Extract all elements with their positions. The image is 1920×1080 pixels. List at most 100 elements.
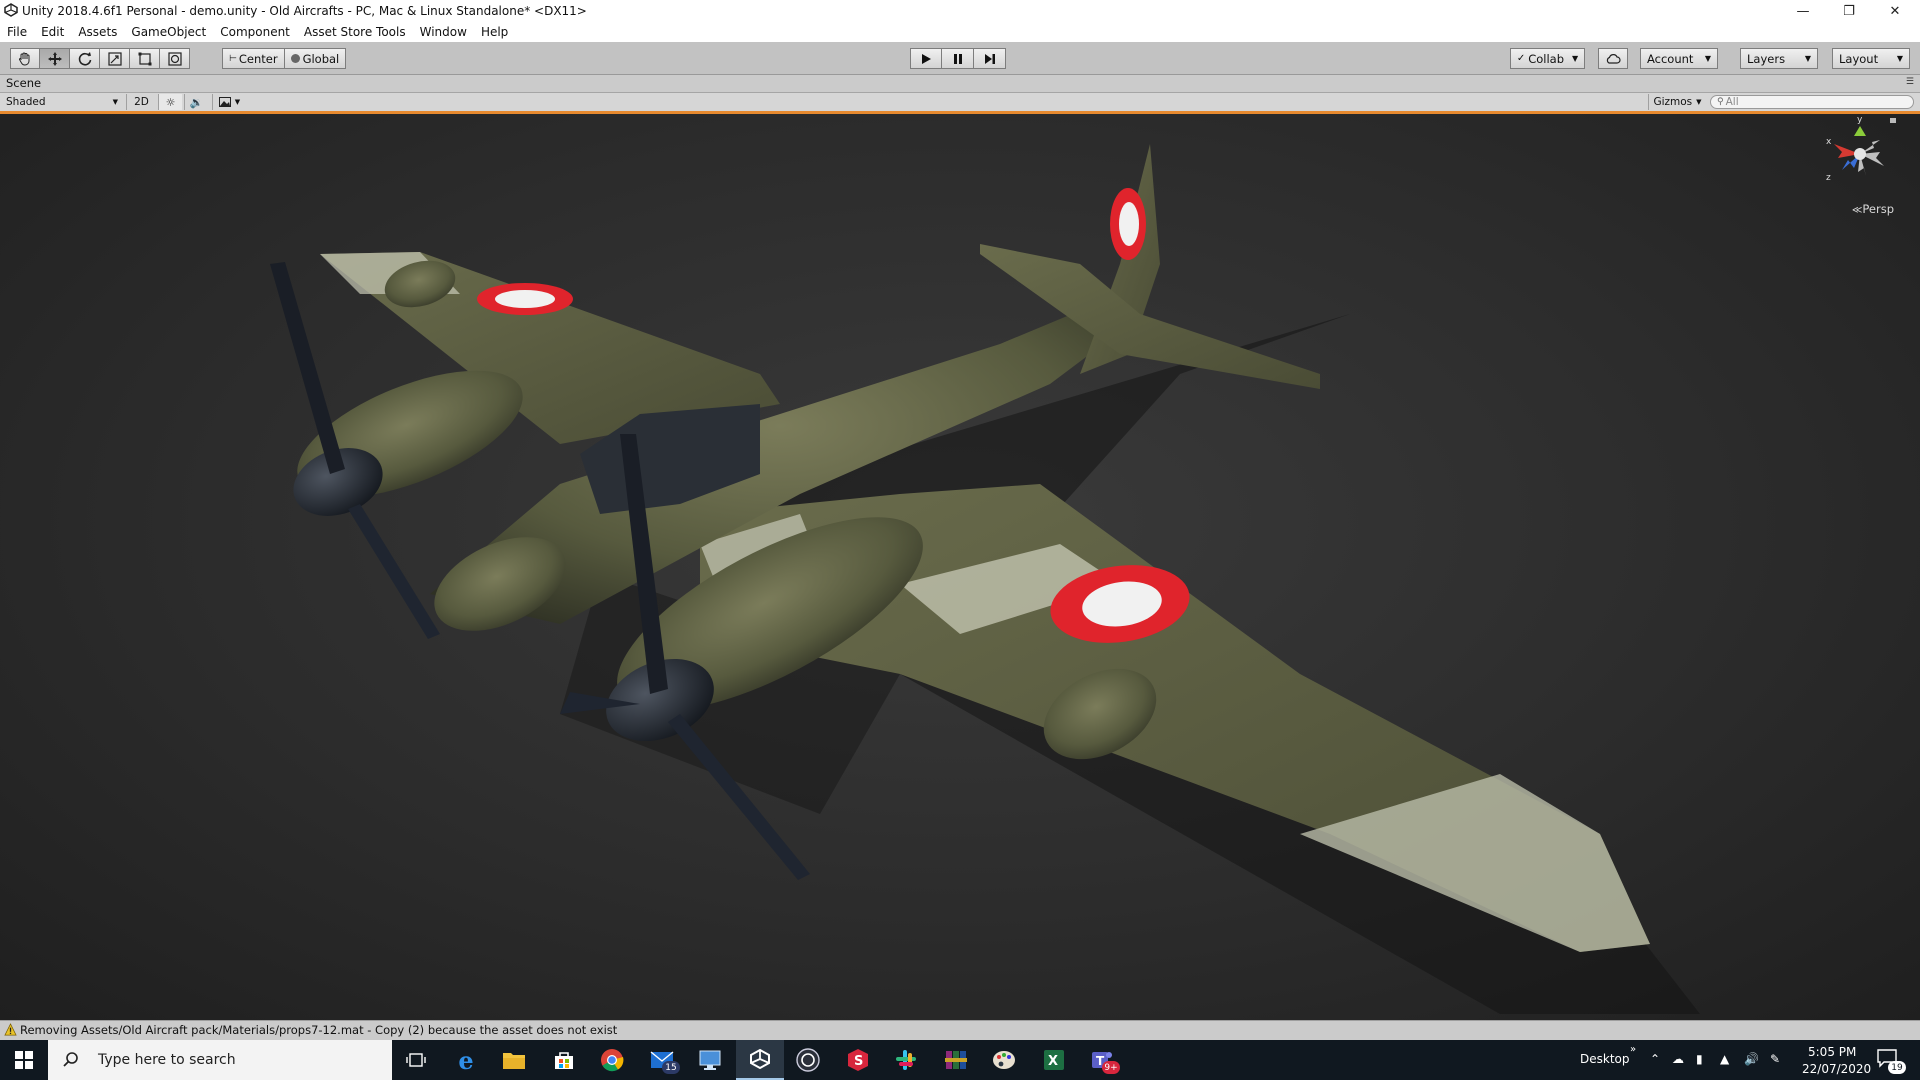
taskbar-file-explorer[interactable]: [490, 1040, 538, 1080]
network-icon[interactable]: ▲: [1720, 1052, 1729, 1066]
axis-z-label: z: [1826, 173, 1831, 183]
tray-overflow-icon[interactable]: ⌃: [1650, 1052, 1660, 1066]
scene-orientation-gizmo[interactable]: y x z: [1820, 114, 1900, 214]
scene-viewport[interactable]: y x z ≪Persp: [0, 114, 1920, 1020]
title-bar: Unity 2018.4.6f1 Personal - demo.unity -…: [0, 0, 1920, 22]
restore-button[interactable]: ❐: [1826, 0, 1872, 22]
search-placeholder: All: [1725, 96, 1739, 108]
toolbar-expand-icon[interactable]: »: [1630, 1044, 1636, 1055]
rect-tool-button[interactable]: [130, 48, 160, 69]
action-center-button[interactable]: 19: [1876, 1048, 1906, 1074]
menu-help[interactable]: Help: [474, 25, 515, 39]
scene-search-input[interactable]: ⚲ All: [1710, 95, 1914, 109]
effects-dropdown[interactable]: ▼: [212, 94, 246, 110]
menu-bar: File Edit Assets GameObject Component As…: [0, 22, 1920, 42]
pen-icon[interactable]: ✎: [1770, 1052, 1780, 1066]
taskbar-remote-desktop[interactable]: [686, 1040, 734, 1080]
audio-toggle[interactable]: 🔉: [184, 94, 208, 110]
playback-controls: [910, 48, 1006, 69]
play-button[interactable]: [910, 48, 942, 69]
menu-assets[interactable]: Assets: [71, 25, 124, 39]
taskbar-mail[interactable]: 15: [638, 1040, 686, 1080]
collab-dropdown[interactable]: ✓ Collab ▼: [1510, 48, 1585, 69]
hand-icon: [19, 52, 30, 66]
svg-text:X: X: [1048, 1054, 1058, 1069]
teams-badge: 9+: [1102, 1061, 1120, 1074]
clock-time[interactable]: 5:05 PM: [1808, 1045, 1856, 1059]
pivot-center-icon: ⊢: [229, 53, 237, 64]
roundel-tail: [1110, 188, 1146, 260]
menu-file[interactable]: File: [0, 25, 34, 39]
unity-logo-icon: [4, 3, 18, 17]
start-button[interactable]: [0, 1040, 48, 1080]
layers-dropdown[interactable]: Layers ▼: [1740, 48, 1818, 69]
hand-tool-button[interactable]: [10, 48, 40, 69]
menu-component[interactable]: Component: [213, 25, 297, 39]
gizmos-dropdown[interactable]: Gizmos ▼: [1648, 94, 1706, 110]
layers-label: Layers: [1747, 51, 1786, 66]
menu-gameobject[interactable]: GameObject: [124, 25, 213, 39]
axis-gizmo-icon: y x z: [1826, 115, 1896, 183]
move-tool-button[interactable]: [40, 48, 70, 69]
step-button[interactable]: [974, 48, 1006, 69]
search-icon: [63, 1052, 78, 1067]
pivot-mode-button[interactable]: ⊢ Center: [222, 48, 285, 69]
speaker-icon: 🔉: [189, 95, 204, 109]
draw-mode-dropdown[interactable]: Shaded ▼: [6, 94, 122, 110]
taskbar-unity[interactable]: [736, 1040, 784, 1080]
collab-dropdown-group: ✓ Collab ▼: [1510, 48, 1585, 69]
transform-tool-button[interactable]: [160, 48, 190, 69]
taskbar-obs[interactable]: [784, 1040, 832, 1080]
menu-asset-store-tools[interactable]: Asset Store Tools: [297, 25, 413, 39]
taskbar-excel[interactable]: X: [1030, 1040, 1078, 1080]
rotate-tool-button[interactable]: [70, 48, 100, 69]
lighting-toggle[interactable]: ☼: [158, 94, 182, 110]
cloud-button[interactable]: [1598, 48, 1628, 69]
dropdown-arrow-icon: ▼: [1704, 54, 1711, 63]
toggle-2d-button[interactable]: 2D: [126, 94, 156, 110]
play-icon: [922, 53, 931, 64]
status-bar[interactable]: Removing Assets/Old Aircraft pack/Materi…: [0, 1020, 1920, 1040]
taskbar-slack[interactable]: [882, 1040, 930, 1080]
taskbar-chrome[interactable]: [588, 1040, 636, 1080]
draw-mode-label: Shaded: [6, 96, 46, 108]
window-title: Unity 2018.4.6f1 Personal - demo.unity -…: [22, 4, 587, 18]
slack-icon: [896, 1050, 916, 1070]
desktop-toolbar-label[interactable]: Desktop: [1580, 1052, 1630, 1066]
axis-y-label: y: [1857, 115, 1863, 125]
dropdown-arrow-icon: ▼: [112, 98, 118, 106]
cloud-icon: [1606, 53, 1621, 64]
projection-toggle[interactable]: ≪Persp: [1852, 202, 1894, 216]
lock-icon[interactable]: [1890, 118, 1896, 123]
persp-arrow-icon: ≪: [1851, 205, 1863, 216]
clock-date[interactable]: 22/07/2020: [1802, 1062, 1871, 1076]
panel-menu-icon[interactable]: ☰: [1906, 77, 1914, 87]
battery-icon[interactable]: ▮: [1696, 1052, 1703, 1066]
onedrive-icon[interactable]: ☁: [1672, 1052, 1684, 1066]
taskbar-store[interactable]: [540, 1040, 588, 1080]
minimize-button[interactable]: —: [1780, 0, 1826, 22]
taskbar-archive[interactable]: [932, 1040, 980, 1080]
monitor-icon: [699, 1050, 721, 1070]
windows-taskbar: Type here to search e 15 S X T 9+ Deskto…: [0, 1040, 1920, 1080]
taskbar-app-s[interactable]: S: [834, 1040, 882, 1080]
store-bag-icon: [555, 1052, 573, 1069]
close-button[interactable]: ✕: [1872, 0, 1918, 22]
scale-tool-button[interactable]: [100, 48, 130, 69]
volume-icon[interactable]: 🔊: [1744, 1052, 1759, 1066]
layout-dropdown[interactable]: Layout ▼: [1832, 48, 1910, 69]
pivot-rotation-button[interactable]: Global: [284, 48, 347, 69]
account-dropdown[interactable]: Account ▼: [1640, 48, 1718, 69]
image-effects-icon: [218, 97, 231, 107]
taskbar-paint[interactable]: [980, 1040, 1028, 1080]
tab-scene[interactable]: Scene: [6, 76, 41, 90]
notification-count: 19: [1888, 1061, 1906, 1074]
warning-icon: [4, 1023, 17, 1036]
taskbar-edge[interactable]: e: [442, 1040, 490, 1080]
task-view-button[interactable]: [392, 1040, 440, 1080]
menu-window[interactable]: Window: [413, 25, 474, 39]
taskbar-teams[interactable]: T 9+: [1078, 1040, 1126, 1080]
pause-button[interactable]: [942, 48, 974, 69]
taskbar-search-input[interactable]: Type here to search: [48, 1040, 392, 1080]
menu-edit[interactable]: Edit: [34, 25, 71, 39]
